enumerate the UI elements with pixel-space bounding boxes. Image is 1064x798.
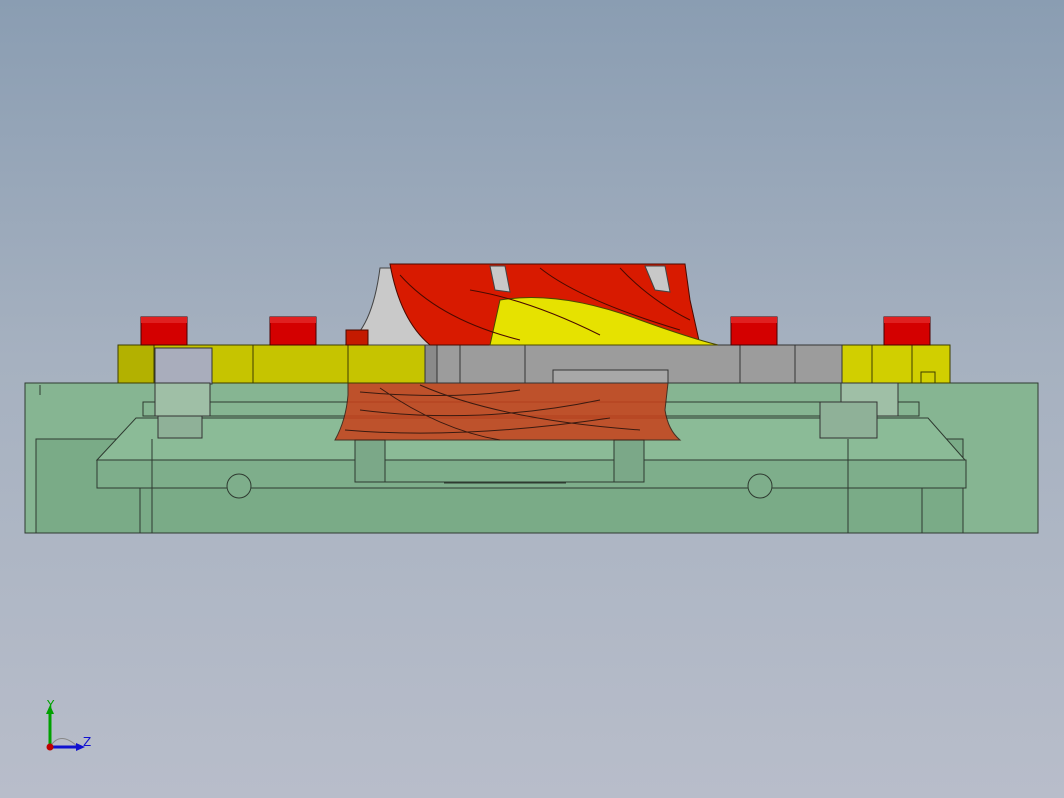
- impeller-upper-section[interactable]: [343, 263, 719, 346]
- red-cap-4[interactable]: [883, 316, 931, 346]
- orientation-triad: Y Z: [30, 690, 110, 770]
- hub-fixture[interactable]: [424, 344, 843, 384]
- z-axis-label: Z: [83, 735, 92, 749]
- origin-icon: [46, 743, 54, 751]
- cad-model-view[interactable]: [0, 0, 1064, 798]
- graphics-viewport[interactable]: Y Z: [0, 0, 1064, 798]
- red-cap-1[interactable]: [140, 316, 188, 346]
- triad-graphic: [46, 705, 85, 751]
- y-axis-label: Y: [47, 698, 55, 712]
- red-cap-2[interactable]: [269, 316, 317, 346]
- impeller-lower-section[interactable]: [334, 382, 682, 441]
- red-cap-3[interactable]: [730, 316, 778, 346]
